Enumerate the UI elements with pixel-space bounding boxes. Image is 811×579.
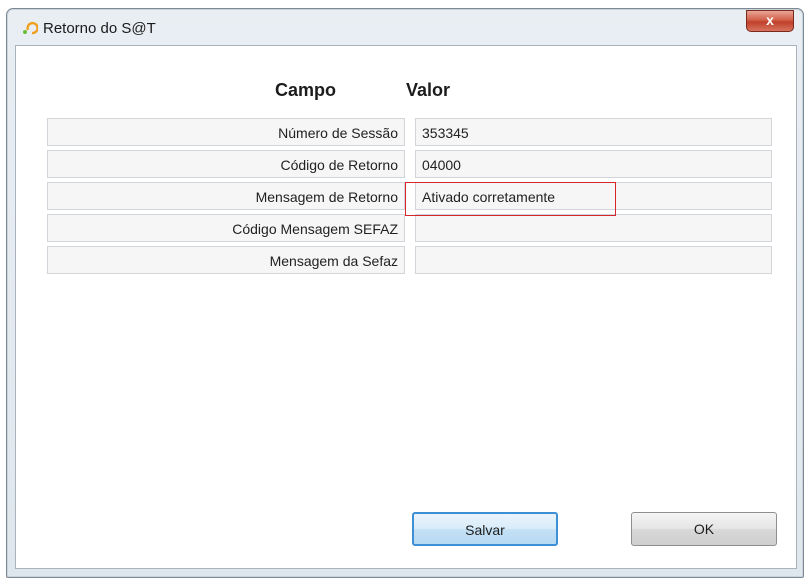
field-label: Código de Retorno	[47, 150, 405, 178]
save-button[interactable]: Salvar	[412, 512, 558, 546]
highlight-box	[405, 182, 616, 216]
field-value[interactable]: 353345	[415, 118, 772, 146]
dialog-window: Retorno do S@T x Campo Valor Número de S…	[6, 8, 804, 578]
ok-button[interactable]: OK	[631, 512, 777, 546]
field-label: Mensagem da Sefaz	[47, 246, 405, 274]
field-label: Código Mensagem SEFAZ	[47, 214, 405, 242]
field-label: Número de Sessão	[47, 118, 405, 146]
column-header-value: Valor	[406, 80, 451, 100]
table-row: Código Mensagem SEFAZ	[47, 214, 772, 244]
field-label: Mensagem de Retorno	[47, 182, 405, 210]
table-row: Código de Retorno 04000	[47, 150, 772, 180]
title-bar[interactable]: Retorno do S@T x	[7, 9, 803, 45]
table-row: Mensagem da Sefaz	[47, 246, 772, 276]
dialog-content: Campo Valor Número de Sessão 353345 Códi…	[15, 45, 797, 569]
table-row: Número de Sessão 353345	[47, 118, 772, 148]
field-value[interactable]: 04000	[415, 150, 772, 178]
close-button[interactable]: x	[746, 10, 794, 32]
column-header-field: Campo	[275, 80, 337, 100]
window-title: Retorno do S@T	[43, 20, 156, 37]
field-value[interactable]	[415, 214, 772, 242]
sat-logo-icon	[22, 20, 39, 36]
field-value[interactable]	[415, 246, 772, 274]
